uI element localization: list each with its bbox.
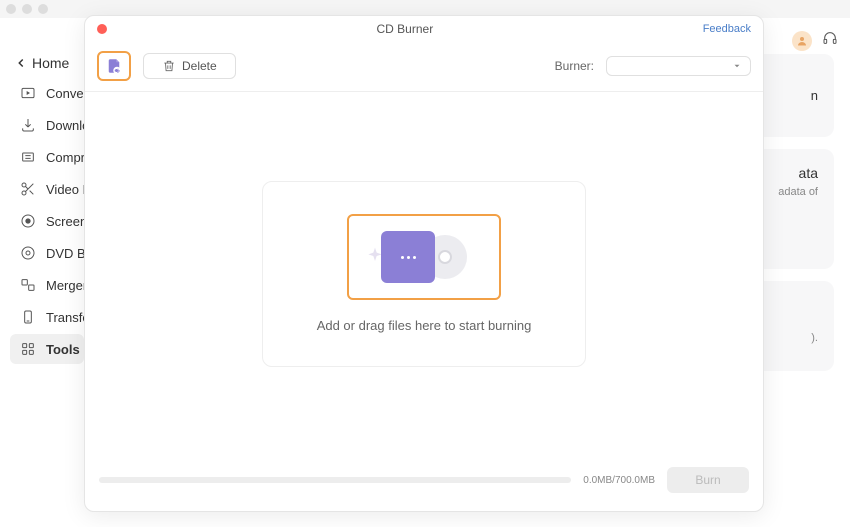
burn-button[interactable]: Burn — [667, 467, 749, 493]
chevron-left-icon — [14, 56, 28, 70]
sidebar-item-label: Merger — [46, 278, 87, 293]
file-graphic — [381, 231, 435, 283]
modal-toolbar: + Delete Burner: — [85, 43, 763, 92]
modal-footer: 0.0MB/700.0MB Burn — [85, 455, 763, 511]
compress-icon — [20, 149, 36, 165]
file-plus-icon: + — [105, 57, 123, 75]
transfer-icon — [20, 309, 36, 325]
capacity-label: 0.0MB/700.0MB — [583, 475, 655, 486]
trash-icon — [162, 59, 176, 73]
burner-label: Burner: — [555, 59, 594, 73]
drop-zone-container: Add or drag files here to start burning — [85, 92, 763, 455]
user-icon — [796, 35, 808, 47]
drop-illustration — [347, 214, 501, 300]
converter-icon — [20, 85, 36, 101]
home-label: Home — [32, 55, 69, 71]
add-file-button[interactable]: + — [97, 51, 131, 81]
sidebar-item-screen-recorder[interactable]: Screen Recorder — [10, 206, 84, 236]
capacity-progress-bar — [99, 477, 571, 483]
sidebar: Converter Downloader Compressor Video Ed… — [10, 78, 84, 364]
window-traffic-lights[interactable] — [6, 4, 48, 14]
disc-icon — [20, 245, 36, 261]
modal-close-button[interactable] — [97, 24, 107, 34]
sidebar-item-merger[interactable]: Merger — [10, 270, 84, 300]
sidebar-item-label: Tools — [46, 342, 80, 357]
cd-burner-modal: CD Burner Feedback + Delete Burner: — [84, 15, 764, 512]
traffic-light-min[interactable] — [22, 4, 32, 14]
modal-title: CD Burner — [107, 22, 703, 36]
merge-icon — [20, 277, 36, 293]
delete-label: Delete — [182, 59, 217, 73]
record-icon — [20, 213, 36, 229]
delete-button[interactable]: Delete — [143, 53, 236, 79]
grid-icon — [20, 341, 36, 357]
user-avatar[interactable] — [792, 31, 812, 51]
sidebar-item-transfer[interactable]: Transfer — [10, 302, 84, 332]
back-home-button[interactable]: Home — [14, 55, 69, 71]
download-icon — [20, 117, 36, 133]
file-drop-zone[interactable]: Add or drag files here to start burning — [262, 181, 586, 367]
modal-title-bar: CD Burner Feedback — [85, 16, 763, 43]
scissors-icon — [20, 181, 36, 197]
sidebar-item-compressor[interactable]: Compressor — [10, 142, 84, 172]
header-icons — [792, 30, 838, 51]
drop-zone-text: Add or drag files here to start burning — [317, 318, 532, 333]
sidebar-item-downloader[interactable]: Downloader — [10, 110, 84, 140]
feedback-link[interactable]: Feedback — [703, 23, 751, 35]
traffic-light-max[interactable] — [38, 4, 48, 14]
sidebar-item-dvd-burner[interactable]: DVD Burner — [10, 238, 84, 268]
sidebar-item-converter[interactable]: Converter — [10, 78, 84, 108]
support-button[interactable] — [822, 30, 838, 51]
sidebar-item-video-editor[interactable]: Video Editor — [10, 174, 84, 204]
svg-text:+: + — [116, 67, 121, 76]
traffic-light-close[interactable] — [6, 4, 16, 14]
sidebar-item-tools[interactable]: Tools — [10, 334, 84, 364]
burner-select[interactable] — [606, 56, 751, 76]
headset-icon — [822, 30, 838, 46]
chevron-down-icon — [732, 61, 742, 71]
